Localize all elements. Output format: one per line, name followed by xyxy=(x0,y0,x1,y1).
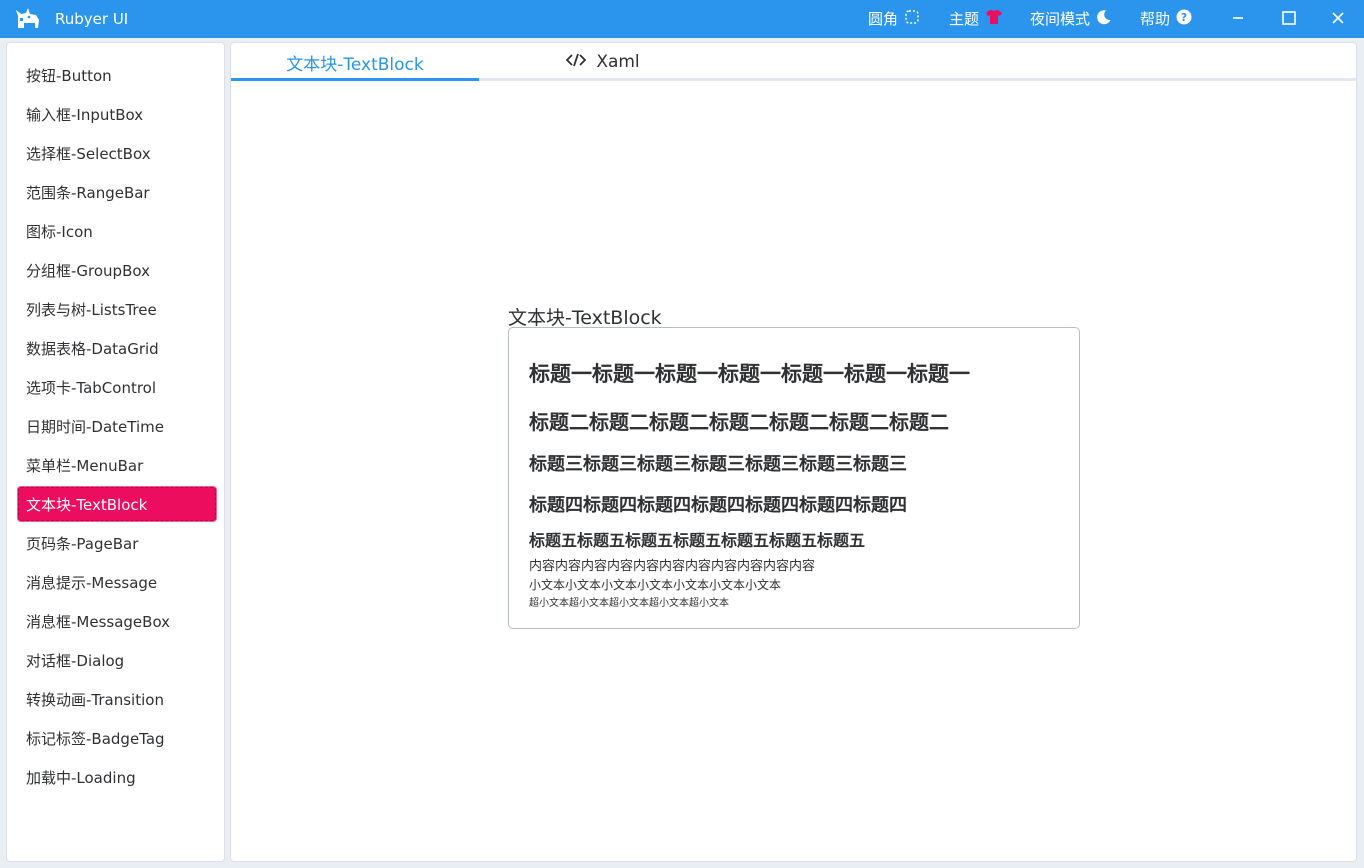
sidebar-item-pagebar[interactable]: 页码条-PageBar xyxy=(17,525,217,561)
heading-5-text: 标题五标题五标题五标题五标题五标题五标题五 xyxy=(529,527,865,551)
shirt-icon xyxy=(979,8,1003,30)
help-label: 帮助 xyxy=(1140,10,1170,28)
code-icon xyxy=(566,52,596,73)
night-mode-label: 夜间模式 xyxy=(1030,10,1090,28)
group-box-title: 文本块-TextBlock xyxy=(508,303,662,330)
active-tab-indicator xyxy=(231,78,479,81)
minimize-icon xyxy=(1231,10,1245,29)
dog-logo-icon xyxy=(14,6,42,32)
heading-2-text: 标题二标题二标题二标题二标题二标题二标题二 xyxy=(529,406,949,435)
minimize-button[interactable] xyxy=(1215,0,1261,38)
sidebar-item-dialog[interactable]: 对话框-Dialog xyxy=(17,642,217,678)
sidebar-item-button[interactable]: 按钮-Button xyxy=(17,57,217,93)
tab-bar: 文本块-TextBlock Xaml xyxy=(231,43,1356,81)
tab-xaml[interactable]: Xaml xyxy=(479,43,727,81)
sidebar-item-loading[interactable]: 加载中-Loading xyxy=(17,759,217,795)
sidebar-item-datagrid[interactable]: 数据表格-DataGrid xyxy=(17,330,217,366)
tab-textblock[interactable]: 文本块-TextBlock xyxy=(231,43,479,81)
sidebar-item-rangebar[interactable]: 范围条-RangeBar xyxy=(17,174,217,210)
rounded-corner-icon xyxy=(898,9,920,29)
night-mode-button[interactable]: 夜间模式 xyxy=(1030,9,1112,29)
sidebar: 按钮-Button 输入框-InputBox 选择框-SelectBox 范围条… xyxy=(6,42,225,862)
sidebar-item-textblock[interactable]: 文本块-TextBlock xyxy=(17,486,217,522)
sidebar-item-liststree[interactable]: 列表与树-ListsTree xyxy=(17,291,217,327)
close-icon xyxy=(1331,10,1345,29)
maximize-icon xyxy=(1282,10,1296,29)
close-button[interactable] xyxy=(1315,0,1361,38)
rounded-corner-label: 圆角 xyxy=(868,10,898,28)
sidebar-item-datetime[interactable]: 日期时间-DateTime xyxy=(17,408,217,444)
text-block-group-box: 标题一标题一标题一标题一标题一标题一标题一 标题二标题二标题二标题二标题二标题二… xyxy=(508,327,1080,629)
help-button[interactable]: 帮助 ? xyxy=(1140,9,1192,29)
maximize-button[interactable] xyxy=(1266,0,1312,38)
sidebar-item-selectbox[interactable]: 选择框-SelectBox xyxy=(17,135,217,171)
svg-text:?: ? xyxy=(1181,11,1187,24)
rounded-corner-button[interactable]: 圆角 xyxy=(868,9,920,29)
moon-icon xyxy=(1090,9,1112,29)
theme-label: 主题 xyxy=(949,10,979,28)
app-title: Rubyer UI xyxy=(55,10,128,28)
tab-textblock-label: 文本块-TextBlock xyxy=(286,50,424,75)
body-text: 内容内容内容内容内容内容内容内容内容内容内容 xyxy=(529,555,815,574)
sidebar-item-inputbox[interactable]: 输入框-InputBox xyxy=(17,96,217,132)
sidebar-item-icon[interactable]: 图标-Icon xyxy=(17,213,217,249)
sidebar-item-transition[interactable]: 转换动画-Transition xyxy=(17,681,217,717)
main-panel: 文本块-TextBlock Xaml 文本块-TextBlock 标题一标题一标… xyxy=(230,42,1357,862)
sidebar-item-menubar[interactable]: 菜单栏-MenuBar xyxy=(17,447,217,483)
heading-3-text: 标题三标题三标题三标题三标题三标题三标题三 xyxy=(529,450,907,476)
sidebar-item-tabcontrol[interactable]: 选项卡-TabControl xyxy=(17,369,217,405)
heading-1-text: 标题一标题一标题一标题一标题一标题一标题一 xyxy=(529,358,970,388)
help-icon: ? xyxy=(1170,9,1192,29)
theme-button[interactable]: 主题 xyxy=(949,9,1003,29)
sidebar-item-badgetag[interactable]: 标记标签-BadgeTag xyxy=(17,720,217,756)
heading-4-text: 标题四标题四标题四标题四标题四标题四标题四 xyxy=(529,491,907,517)
tab-xaml-label: Xaml xyxy=(596,52,639,72)
small-text: 小文本小文本小文本小文本小文本小文本小文本 xyxy=(529,576,781,593)
sidebar-item-messagebox[interactable]: 消息框-MessageBox xyxy=(17,603,217,639)
sidebar-item-groupbox[interactable]: 分组框-GroupBox xyxy=(17,252,217,288)
title-bar: Rubyer UI 圆角 主题 夜间模式 帮助 ? xyxy=(0,0,1364,38)
sidebar-item-message[interactable]: 消息提示-Message xyxy=(17,564,217,600)
extra-small-text: 超小文本超小文本超小文本超小文本超小文本 xyxy=(529,594,729,609)
